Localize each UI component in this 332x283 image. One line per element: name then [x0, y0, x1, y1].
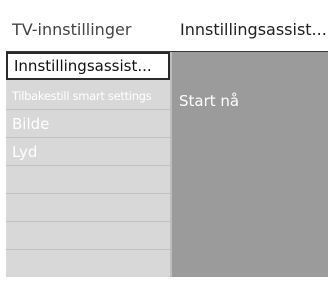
- screen-title: TV-innstillinger: [12, 20, 132, 39]
- menu-item-sound[interactable]: Lyd: [6, 138, 170, 166]
- menu-item-empty-2: [6, 194, 170, 222]
- menu-item-reset-smart-settings[interactable]: Tilbakestill smart settings: [6, 82, 170, 110]
- start-now-option[interactable]: Start nå: [179, 92, 239, 110]
- settings-menu: Innstillingsassist... Tilbakestill smart…: [6, 52, 172, 277]
- menu-item-empty-3: [6, 222, 170, 250]
- detail-pane: Start nå: [172, 52, 328, 277]
- menu-item-empty-4: [6, 250, 170, 278]
- header-bar: TV-innstillinger Innstillingsassist...: [6, 6, 328, 53]
- menu-item-picture[interactable]: Bilde: [6, 110, 170, 138]
- menu-item-empty-1: [6, 166, 170, 194]
- menu-item-setup-assistant[interactable]: Innstillingsassist...: [6, 52, 170, 80]
- tv-settings-screen: TV-innstillinger Innstillingsassist... I…: [0, 0, 332, 283]
- current-selection-title: Innstillingsassist...: [180, 20, 327, 39]
